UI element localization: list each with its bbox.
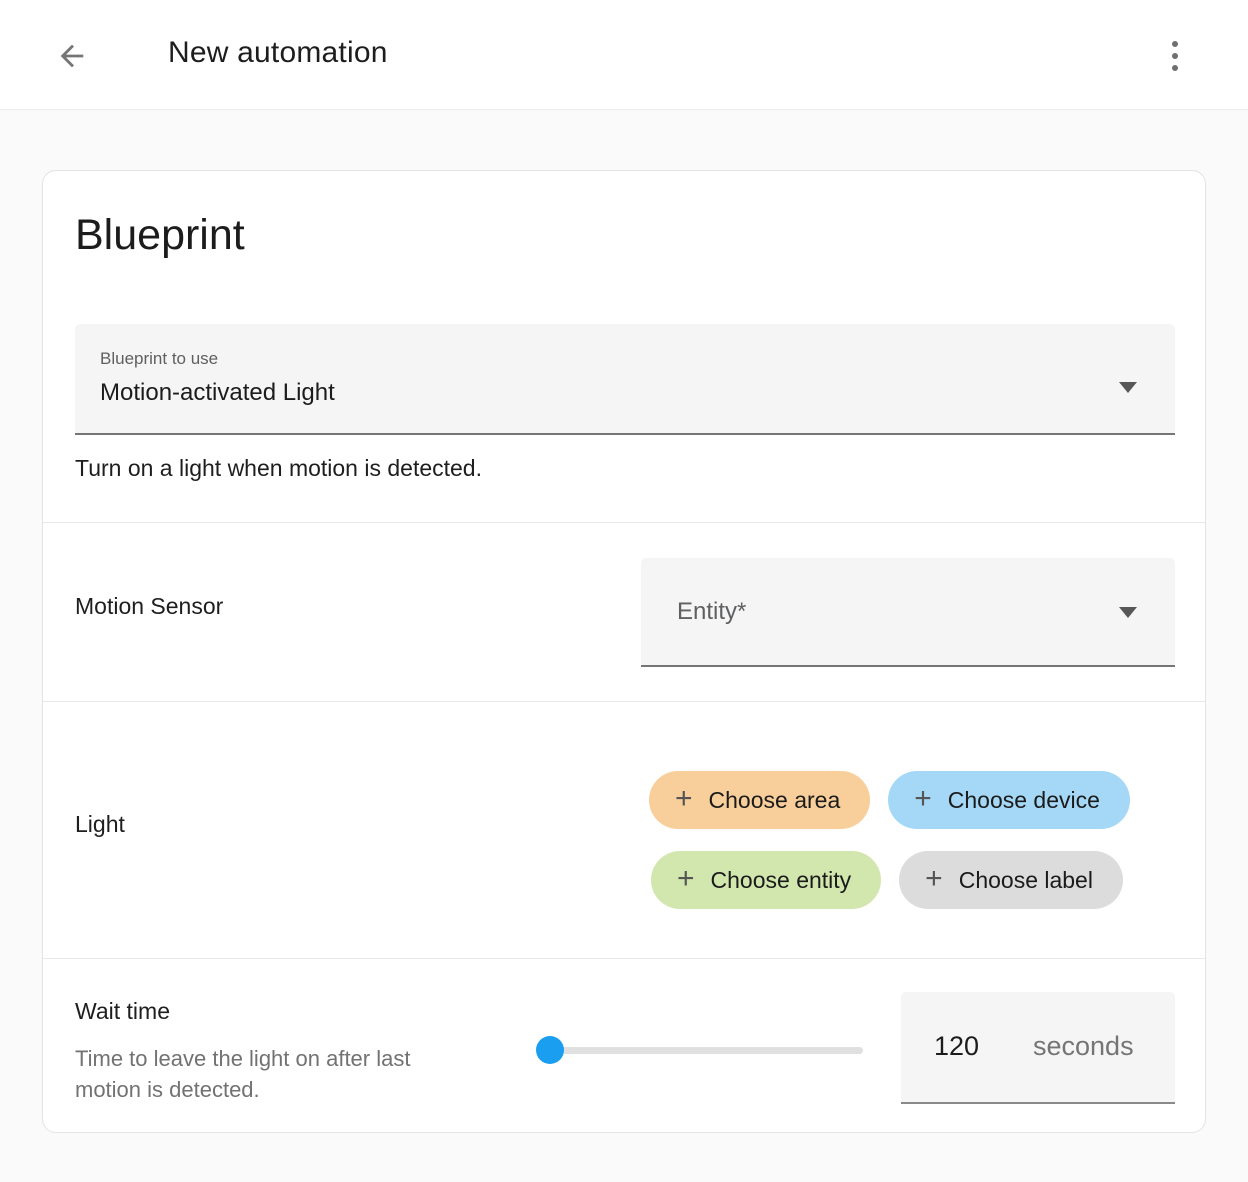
chevron-down-icon xyxy=(1119,382,1137,393)
wait-time-description: Time to leave the light on after last mo… xyxy=(75,1046,411,1102)
choose-label-chip[interactable]: + Choose label xyxy=(899,851,1123,909)
entity-select-placeholder: Entity* xyxy=(677,598,747,625)
kebab-dot xyxy=(1172,65,1178,71)
blueprint-select-label: Blueprint to use xyxy=(100,349,219,368)
section-divider xyxy=(43,958,1205,959)
blueprint-card: Blueprint Blueprint to use Motion-activa… xyxy=(42,170,1206,1133)
blueprint-description: Turn on a light when motion is detected. xyxy=(75,455,482,481)
chip-label: Choose label xyxy=(958,866,1093,893)
plus-icon: + xyxy=(925,862,943,895)
section-divider xyxy=(43,522,1205,523)
entity-select[interactable]: Entity* xyxy=(641,558,1175,667)
wait-time-unit: seconds xyxy=(1033,1031,1134,1061)
kebab-dot xyxy=(1172,41,1178,47)
plus-icon: + xyxy=(677,862,695,895)
chip-row: + Choose entity + Choose label xyxy=(651,851,1123,909)
kebab-dot xyxy=(1172,53,1178,59)
card-title: Blueprint xyxy=(75,211,245,259)
section-divider xyxy=(43,701,1205,702)
chip-label: Choose device xyxy=(947,786,1100,813)
overflow-menu-button[interactable] xyxy=(1151,32,1199,80)
light-label: Light xyxy=(75,811,125,837)
chip-label: Choose area xyxy=(708,786,841,813)
chevron-down-icon xyxy=(1119,606,1137,618)
chip-label: Choose entity xyxy=(710,866,852,893)
app-header: New automation xyxy=(0,0,1248,110)
choose-device-chip[interactable]: + Choose device xyxy=(888,771,1130,829)
choose-area-chip[interactable]: + Choose area xyxy=(649,771,871,829)
wait-time-slider[interactable] xyxy=(536,1035,863,1065)
arrow-left-icon xyxy=(60,44,84,68)
choose-entity-chip[interactable]: + Choose entity xyxy=(651,851,882,909)
chip-row: + Choose area + Choose device xyxy=(649,771,1130,829)
wait-time-label: Wait time xyxy=(75,998,170,1024)
blueprint-select-value: Motion-activated Light xyxy=(100,379,335,406)
plus-icon: + xyxy=(675,782,693,815)
slider-thumb[interactable] xyxy=(536,1036,564,1064)
blueprint-select[interactable]: Blueprint to use Motion-activated Light xyxy=(75,324,1175,435)
page-title: New automation xyxy=(168,36,388,69)
back-button[interactable] xyxy=(48,32,96,80)
motion-sensor-label: Motion Sensor xyxy=(75,593,224,619)
wait-time-input[interactable]: 120 seconds xyxy=(901,992,1175,1104)
plus-icon: + xyxy=(914,782,932,815)
wait-time-value: 120 xyxy=(934,1031,980,1061)
slider-track[interactable] xyxy=(550,1047,863,1054)
